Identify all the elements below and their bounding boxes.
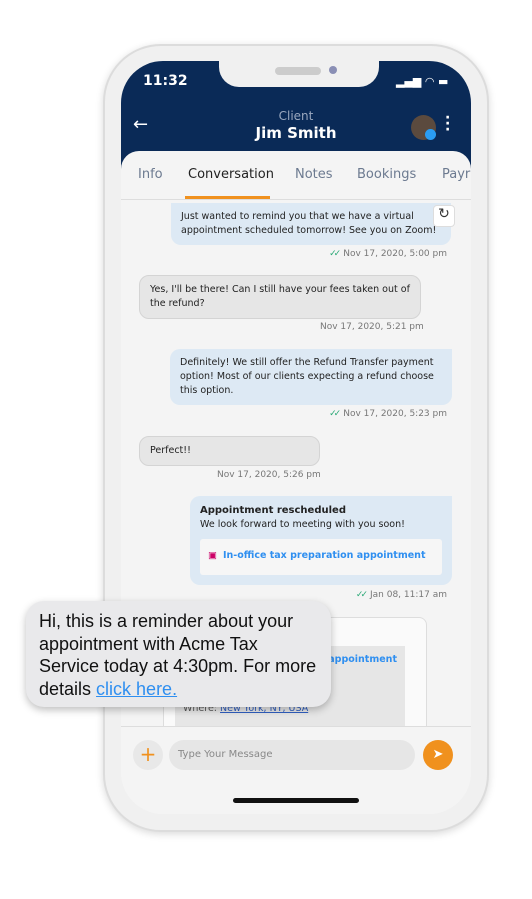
appointment-message: Appointment rescheduled We look forward …	[190, 496, 452, 585]
message-timestamp: Nov 17, 2020, 5:26 pm	[217, 470, 321, 480]
send-button[interactable]: ➤	[423, 740, 453, 770]
camera	[329, 66, 337, 74]
tab-notes[interactable]: Notes	[295, 167, 333, 182]
message-input[interactable]: Type Your Message	[169, 740, 415, 770]
more-options-icon[interactable]: · · ·	[445, 111, 450, 137]
message-bubble: Perfect!!	[139, 436, 320, 466]
tab-info[interactable]: Info	[138, 167, 163, 182]
message-timestamp: ✓✓ Nov 17, 2020, 5:00 pm	[329, 249, 447, 259]
avatar[interactable]	[411, 115, 436, 140]
appointment-link-text[interactable]: In-office tax preparation appointment	[223, 550, 426, 561]
tab-bookings[interactable]: Bookings	[357, 167, 416, 182]
message-timestamp: ✓✓ Jan 08, 11:17 am	[355, 590, 447, 600]
read-check-icon: ✓✓	[329, 249, 341, 259]
read-check-icon: ✓✓	[355, 590, 368, 600]
read-check-icon: ✓✓	[329, 409, 341, 419]
message-title: Appointment rescheduled	[200, 505, 346, 516]
speaker	[275, 67, 321, 75]
sms-text: Hi, this is a reminder about your appoin…	[39, 611, 317, 699]
refresh-icon[interactable]: ↻	[433, 205, 455, 227]
add-attachment-button[interactable]: +	[133, 740, 163, 770]
message-bubble: Definitely! We still offer the Refund Tr…	[170, 349, 452, 405]
tab-conversation[interactable]: Conversation	[188, 167, 274, 182]
signal-wifi-battery-icon: ▂▄▆ ◠ ▬	[396, 75, 449, 88]
sms-link[interactable]: click here.	[96, 679, 177, 699]
home-indicator	[233, 798, 359, 803]
message-timestamp: ✓✓ Nov 17, 2020, 5:23 pm	[329, 409, 447, 419]
message-bubble: Yes, I'll be there! Can I still have you…	[139, 275, 421, 319]
divider	[121, 199, 471, 200]
appointment-link[interactable]: ▣ In-office tax preparation appointment	[200, 539, 442, 575]
sms-reminder-bubble: Hi, this is a reminder about your appoin…	[26, 601, 331, 707]
message-text: We look forward to meeting with you soon…	[200, 519, 405, 530]
message-bubble: Just wanted to remind you that we have a…	[171, 203, 451, 245]
message-timestamp: Nov 17, 2020, 5:21 pm	[320, 322, 424, 332]
status-time: 11:32	[143, 73, 188, 89]
tab-payments[interactable]: Payr	[442, 167, 470, 182]
user-badge-icon	[425, 129, 436, 140]
calendar-icon: ▣	[208, 550, 217, 561]
